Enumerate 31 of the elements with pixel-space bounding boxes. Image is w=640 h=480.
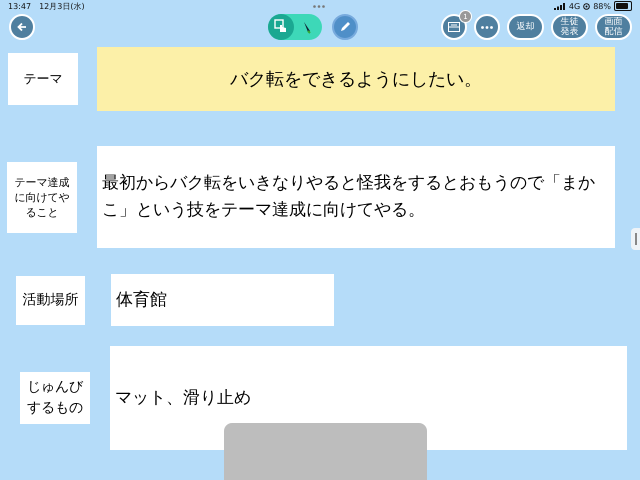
field-label: じゅんびするもの: [20, 372, 90, 424]
mode-toggle[interactable]: [268, 14, 322, 40]
back-arrow-icon: [17, 22, 27, 32]
status-time: 13:47: [8, 2, 32, 10]
tray-icon: [448, 22, 460, 32]
toolbar-button[interactable]: 生徒発表: [551, 14, 588, 40]
tray-button[interactable]: [441, 14, 467, 40]
at-icon: [583, 2, 590, 10]
touch-icon: [274, 19, 288, 35]
pencil-icon: [339, 21, 351, 33]
side-handle[interactable]: [631, 228, 640, 250]
pencil-button[interactable]: [332, 14, 358, 40]
field-label: テーマ達成に向けてやること: [7, 162, 77, 232]
more-button[interactable]: [474, 14, 500, 40]
battery-percent: 88%: [593, 2, 611, 10]
toolbar-button[interactable]: 画面配信: [595, 14, 632, 40]
signal-icon: [554, 2, 566, 10]
status-date: 12月3日(水): [39, 0, 85, 12]
battery-icon: [614, 1, 632, 11]
field-label: テーマ: [8, 53, 78, 105]
field-value: バク転をできるようにしたい。: [97, 47, 615, 111]
field-value: マット、滑り止め: [110, 346, 627, 450]
field-label: 活動場所: [16, 276, 85, 324]
back-button[interactable]: [9, 14, 35, 40]
field-value: 最初からバク転をいきなりやると怪我をするとおもうので「まかこ」という技をテーマ達成に向けてやる。: [97, 146, 615, 248]
mode-button[interactable]: [268, 14, 294, 40]
network-label: 4G: [568, 2, 580, 10]
toolbar-button[interactable]: 返却: [507, 14, 544, 40]
more-icon: [481, 26, 493, 28]
field-value: 体育館: [111, 274, 334, 326]
more-dots-icon: [313, 4, 326, 8]
